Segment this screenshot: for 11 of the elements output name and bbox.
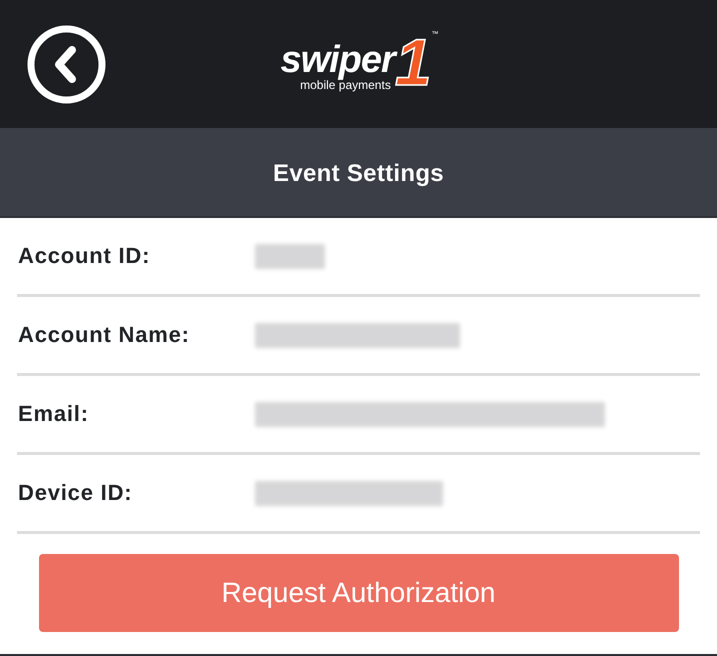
back-button[interactable] xyxy=(27,25,106,104)
field-label: Email: xyxy=(18,403,90,425)
logo-wordmark: swiper xyxy=(280,40,395,78)
field-label: Account ID: xyxy=(18,245,152,267)
field-label: Device ID: xyxy=(18,482,134,504)
page-title: Event Settings xyxy=(273,162,444,186)
back-icon xyxy=(27,25,106,104)
request-authorization-button[interactable]: Request Authorization xyxy=(38,554,678,632)
field-label: Account Name: xyxy=(18,324,191,346)
logo-numeral: 1 xyxy=(394,32,432,90)
logo-tagline: mobile payments xyxy=(300,78,391,92)
